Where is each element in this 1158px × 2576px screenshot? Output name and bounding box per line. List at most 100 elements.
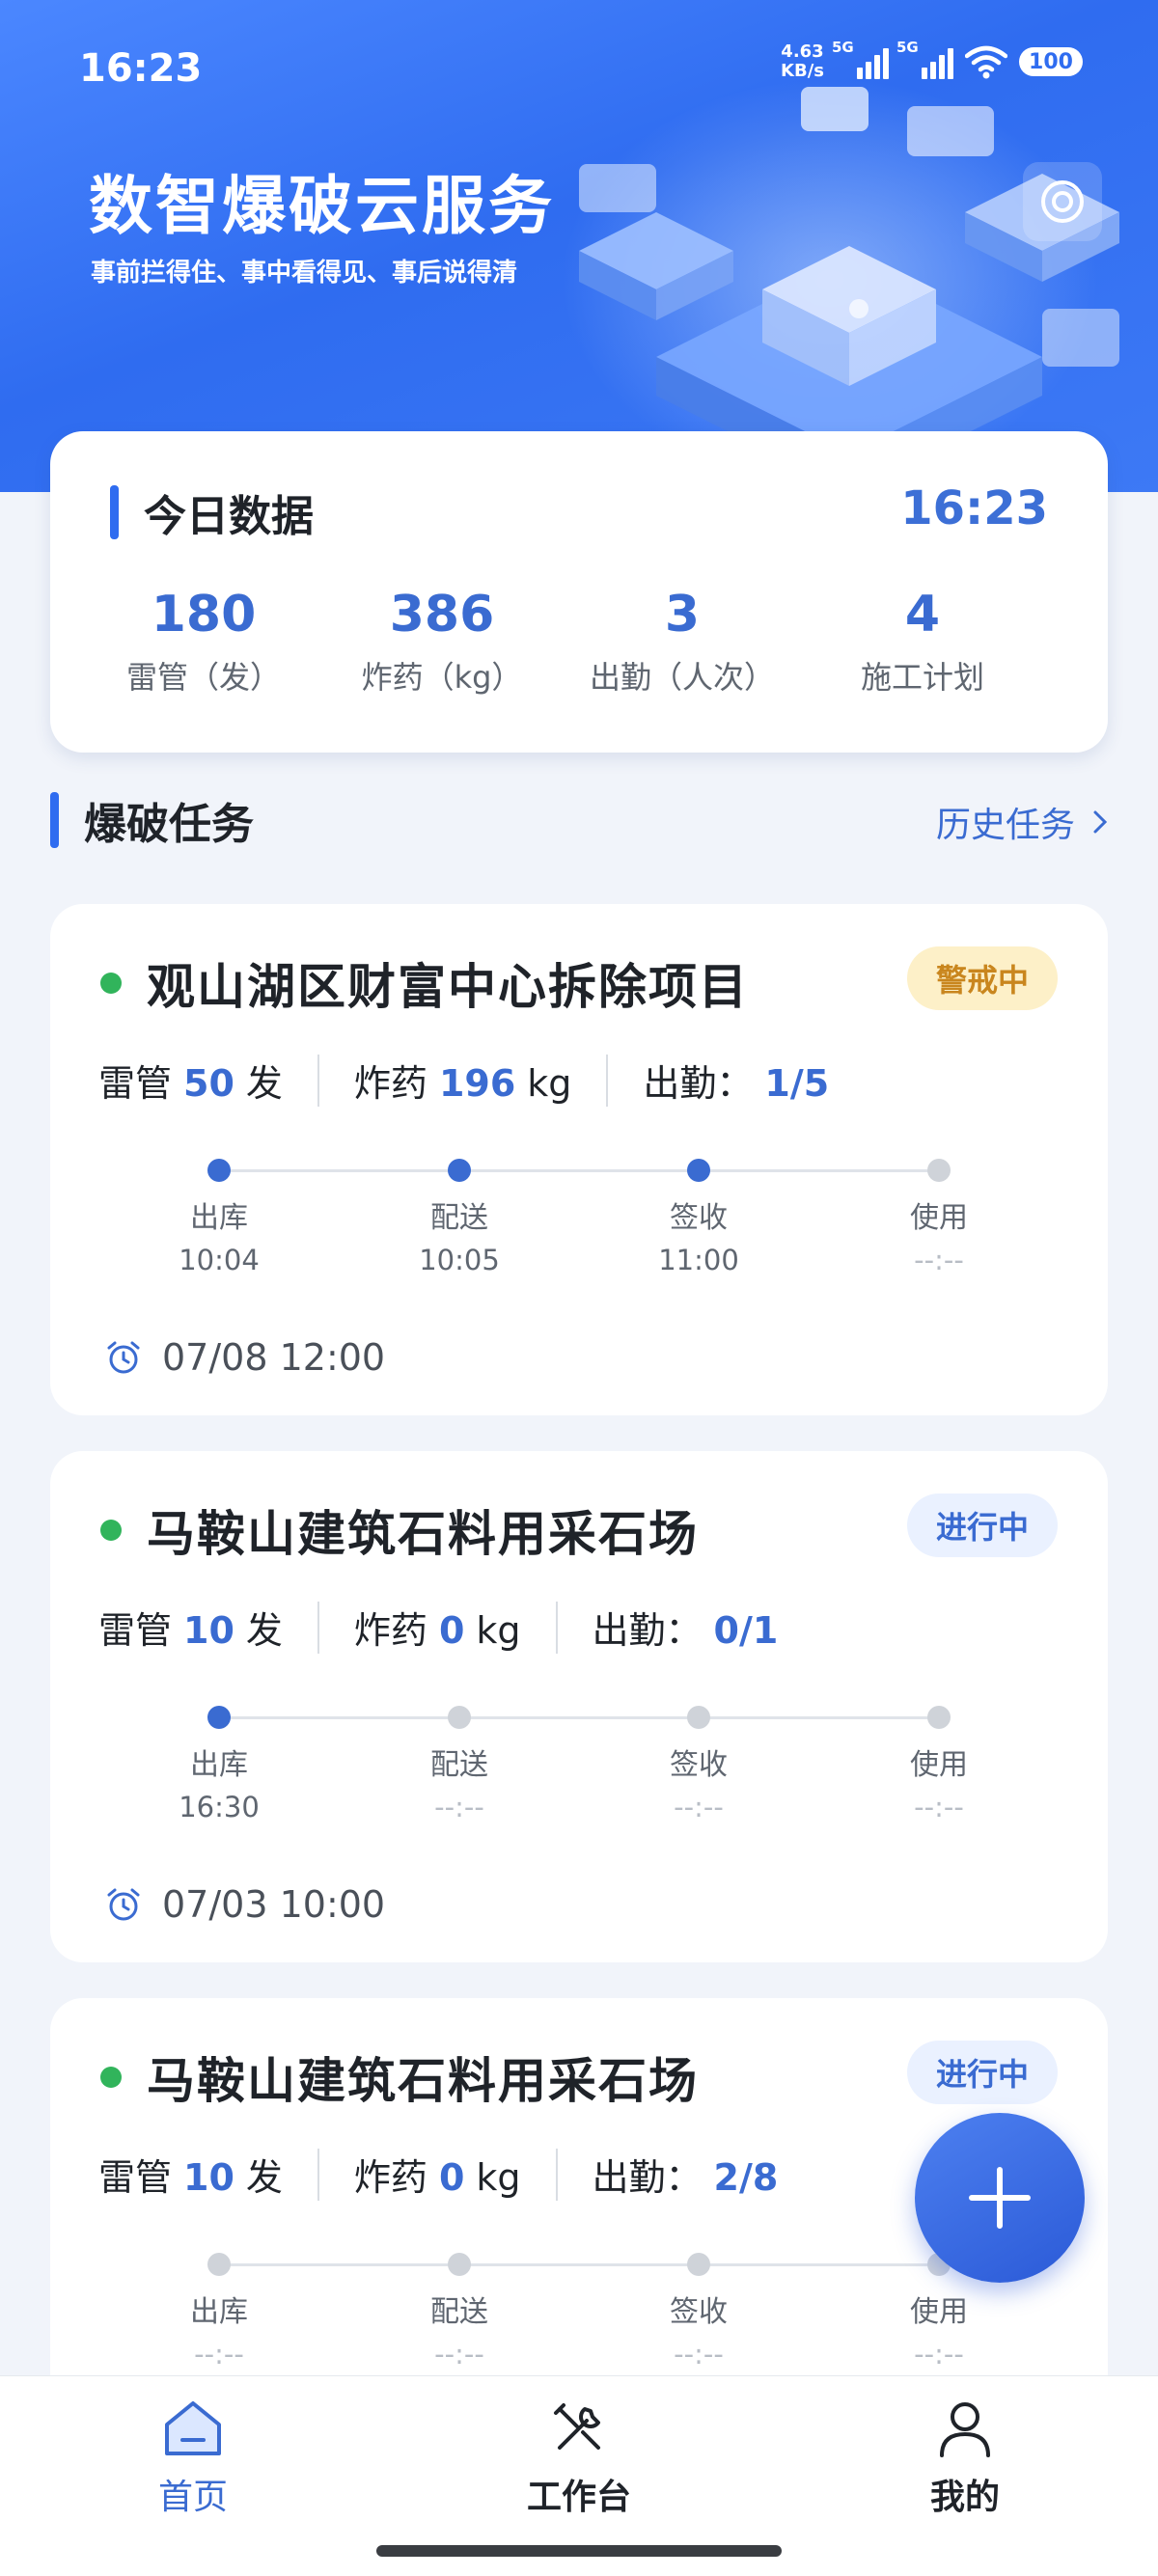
stat-construction-plans[interactable]: 4 施工计划 (790, 586, 1055, 698)
metric-label: 出勤： (643, 1062, 754, 1105)
task-deadline: 07/08 12:00 (104, 1336, 385, 1379)
timeline-step: 签收 11:00 (621, 1159, 776, 1276)
scan-icon (1041, 180, 1084, 223)
stat-attendance[interactable]: 3 出勤（人次） (550, 586, 814, 698)
metric-label: 雷管 (98, 1609, 173, 1652)
stat-detonators[interactable]: 180 雷管（发） (71, 586, 336, 698)
stat-explosives[interactable]: 386 炸药（kg） (310, 586, 574, 698)
step-label: 签收 (670, 2295, 728, 2329)
step-time: --:-- (194, 2338, 244, 2370)
metric-detonators: 雷管 10 发 (98, 1601, 283, 1654)
tab-workbench[interactable]: 工作台 (482, 2398, 676, 2519)
metric-value: 2/8 (713, 2156, 779, 2199)
timeline-step: 使用 --:-- (862, 1159, 1016, 1276)
home-icon (165, 2401, 221, 2455)
tab-home[interactable]: 首页 (96, 2398, 290, 2519)
metric-unit: 发 (245, 1062, 283, 1105)
deadline-text: 07/03 10:00 (162, 1883, 386, 1926)
chevron-right-icon (1093, 810, 1108, 834)
metric-label: 出勤： (592, 1609, 703, 1652)
status-badge: 警戒中 (906, 946, 1058, 1010)
task-metrics: 雷管 10 发 炸药 0 kg 出勤： 0/1 (98, 1601, 778, 1654)
alarm-clock-icon (107, 1888, 140, 1921)
metric-explosives: 炸药 0 kg (354, 1601, 521, 1654)
timeline-step: 签收 --:-- (621, 1706, 776, 1823)
status-bar: 16:23 4.63 KB/s 5G 5G 100 (0, 0, 1158, 135)
metric-detonators: 雷管 10 发 (98, 2148, 283, 2201)
task-metrics: 雷管 10 发 炸药 0 kg 出勤： 2/8 (98, 2148, 778, 2201)
deadline-text: 07/08 12:00 (162, 1336, 386, 1379)
metric-explosives: 炸药 0 kg (354, 2148, 521, 2201)
step-label: 使用 (910, 1748, 968, 1782)
step-dot (687, 1706, 710, 1729)
metric-value: 10 (183, 1609, 234, 1652)
metric-label: 雷管 (98, 2156, 173, 2199)
timeline-step: 配送 --:-- (382, 1706, 537, 1823)
step-dot (448, 2253, 471, 2276)
step-label: 出库 (190, 1748, 248, 1782)
metric-value: 50 (183, 1062, 234, 1105)
metric-unit: kg (476, 2156, 521, 2199)
tab-label: 我的 (929, 2478, 1000, 2517)
hero-banner: 16:23 4.63 KB/s 5G 5G 100 数智爆破云服务 事前拦得住、… (0, 0, 1158, 492)
divider (317, 1601, 319, 1654)
status-badge: 进行中 (906, 1494, 1058, 1557)
stat-value: 180 (151, 586, 257, 644)
wifi-icon (965, 45, 1007, 79)
tab-profile[interactable]: 我的 (868, 2398, 1062, 2519)
metric-label: 雷管 (98, 1062, 173, 1105)
alarm-clock-icon (107, 1341, 140, 1374)
step-time: 16:30 (179, 1791, 260, 1823)
step-dot (927, 1706, 951, 1729)
step-dot (448, 1159, 471, 1182)
section-accent-bar (50, 792, 59, 848)
task-title-row: 马鞍山建筑石料用采石场 (100, 2042, 699, 2112)
task-metrics: 雷管 50 发 炸药 196 kg 出勤： 1/5 (98, 1054, 829, 1107)
step-dot (207, 1159, 231, 1182)
step-label: 配送 (430, 2295, 488, 2329)
task-card[interactable]: 观山湖区财富中心拆除项目 警戒中 雷管 50 发 炸药 196 kg 出勤： 1… (50, 904, 1108, 1415)
step-label: 出库 (190, 2295, 248, 2329)
timeline-line (219, 2263, 939, 2266)
status-badge: 进行中 (906, 2041, 1058, 2104)
metric-attendance: 出勤： 0/1 (593, 1601, 779, 1654)
network-speed: 4.63 KB/s (781, 42, 824, 81)
timeline-step: 使用 --:-- (862, 1706, 1016, 1823)
metric-label: 炸药 (353, 2156, 427, 2199)
task-progress-timeline: 出库 16:30 配送 --:-- 签收 --:-- 使用 --:-- (50, 1706, 1108, 1823)
status-dot (100, 2067, 122, 2088)
step-label: 出库 (190, 1201, 248, 1235)
step-dot (207, 2253, 231, 2276)
metric-value: 196 (438, 1062, 516, 1105)
cellular-signal-icon: 5G (832, 39, 889, 79)
plus-icon (969, 2167, 1031, 2229)
step-time: --:-- (914, 1244, 964, 1276)
task-card[interactable]: 马鞍山建筑石料用采石场 进行中 雷管 10 发 炸药 0 kg 出勤： 0/1 … (50, 1451, 1108, 1962)
step-time: --:-- (674, 2338, 724, 2370)
step-time: --:-- (434, 2338, 484, 2370)
step-time: 10:04 (179, 1244, 260, 1276)
hero-subtitle: 事前拦得住、事中看得见、事后说得清 (91, 259, 518, 288)
metric-label: 炸药 (353, 1062, 427, 1105)
status-indicators: 4.63 KB/s 5G 5G 100 (781, 39, 1083, 81)
stat-label: 出勤（人次） (589, 659, 775, 696)
history-tasks-link[interactable]: 历史任务 (936, 797, 1108, 847)
stat-label: 炸药（kg） (361, 659, 523, 696)
home-indicator[interactable] (376, 2545, 782, 2557)
metric-value: 0 (438, 1609, 465, 1652)
cellular-signal-2-icon: 5G (896, 39, 953, 79)
tools-icon (554, 2403, 600, 2450)
timeline-step: 出库 10:04 (142, 1159, 296, 1276)
hero-title: 数智爆破云服务 (89, 169, 555, 243)
scan-button[interactable] (1023, 162, 1102, 241)
task-name: 观山湖区财富中心拆除项目 (147, 959, 749, 1015)
timeline-step: 出库 16:30 (142, 1706, 296, 1823)
step-time: --:-- (914, 2338, 964, 2370)
timeline-line (219, 1169, 939, 1172)
divider (555, 2148, 558, 2201)
task-name: 马鞍山建筑石料用采石场 (147, 2053, 699, 2109)
metric-unit: kg (476, 1609, 521, 1652)
add-task-button[interactable] (915, 2113, 1085, 2283)
section-accent-bar (110, 485, 119, 539)
today-header: 今日数据 (110, 481, 314, 543)
